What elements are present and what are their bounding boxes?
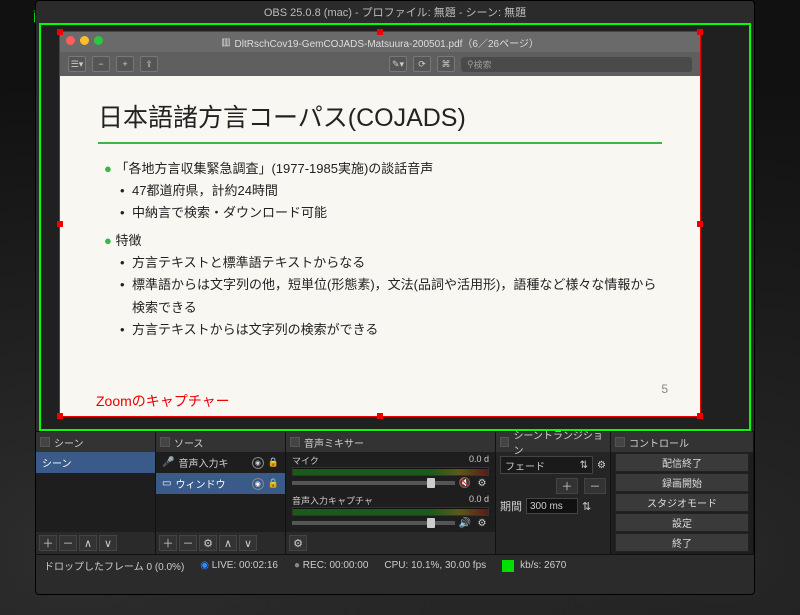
source-item[interactable]: 🎤 音声入力キ ◉ 🔒 <box>156 452 285 473</box>
grip-icon[interactable] <box>615 437 625 447</box>
controls-panel: コントロール 配信終了 録画開始 スタジオモード 設定 終了 <box>611 432 754 554</box>
close-icon[interactable] <box>66 36 75 45</box>
zoom-out-icon[interactable]: − <box>92 56 110 72</box>
audio-mixer-panel: 音声ミキサー マイク0.0 d 🔇⚙ 音声入力キャプチャ0.0 d 🔊⚙ ⚙ <box>286 432 496 554</box>
vu-meter <box>292 507 489 516</box>
document-icon: ▥ <box>221 37 230 48</box>
grip-icon[interactable] <box>40 437 50 447</box>
sources-panel: ソース 🎤 音声入力キ ◉ 🔒 ▭ ウィンドウ ◉ 🔒 ＋ － ⚙ <box>156 432 286 554</box>
scenes-panel: シーン シーン ＋ － ∧ ∨ <box>36 432 156 554</box>
grip-icon[interactable] <box>290 437 300 447</box>
visibility-icon[interactable]: ◉ <box>252 457 264 469</box>
transitions-panel: シーントランジション フェード⇅ ⚙ ＋ － 期間 ⇅ <box>496 432 611 554</box>
traffic-lights[interactable] <box>66 36 103 45</box>
scene-up-button[interactable]: ∧ <box>79 535 97 551</box>
dropped-frames: ドロップしたフレーム 0 (0.0%) <box>44 558 184 573</box>
sidebar-toggle-icon[interactable]: ☰▾ <box>68 56 86 72</box>
bitrate: kb/s: 2670 <box>520 560 566 571</box>
volume-slider[interactable] <box>292 481 455 485</box>
channel-settings-icon[interactable]: ⚙ <box>475 516 489 530</box>
minimize-icon[interactable] <box>80 36 89 45</box>
lock-icon[interactable]: 🔒 <box>268 457 279 468</box>
transition-settings-icon[interactable]: ⚙ <box>597 460 606 471</box>
obs-window: OBS 25.0.8 (mac) - プロファイル: 無題 - シーン: 無題 … <box>35 0 755 595</box>
duration-input[interactable] <box>526 498 578 514</box>
stream-health-icon <box>502 560 514 572</box>
add-source-button[interactable]: ＋ <box>159 535 177 551</box>
source-item[interactable]: ▭ ウィンドウ ◉ 🔒 <box>156 473 285 494</box>
window-capture-icon: ▭ <box>162 478 171 489</box>
slide-title: 日本語諸方言コーパス(COJADS) <box>98 98 662 144</box>
add-transition-button[interactable]: ＋ <box>556 478 578 494</box>
remove-source-button[interactable]: － <box>179 535 197 551</box>
exit-button[interactable]: 終了 <box>615 533 749 552</box>
mixer-channel: マイク0.0 d 🔇⚙ <box>286 452 495 492</box>
slide-body: 「各地方言収集緊急調査」(1977-1985実施)の談話音声 47都道府県，計約… <box>98 158 662 341</box>
sources-title: ソース <box>174 435 204 450</box>
source-up-button[interactable]: ∧ <box>219 535 237 551</box>
grip-icon[interactable] <box>500 437 509 447</box>
zoom-capture-label: Zoomのキャプチャー <box>96 391 230 411</box>
source-down-button[interactable]: ∨ <box>239 535 257 551</box>
lock-icon[interactable]: 🔒 <box>268 478 279 489</box>
window-titlebar[interactable]: OBS 25.0.8 (mac) - プロファイル: 無題 - シーン: 無題 <box>36 1 754 23</box>
mute-icon[interactable]: 🔇 <box>458 476 472 490</box>
rotate-icon[interactable]: ⟳ <box>413 56 431 72</box>
controls-title: コントロール <box>629 435 689 450</box>
duration-label: 期間 <box>500 498 522 514</box>
slide-page-number: 5 <box>661 382 668 396</box>
markup-icon[interactable]: ⌘ <box>437 56 455 72</box>
zoom-in-icon[interactable]: + <box>116 56 134 72</box>
mixer-channel: 音声入力キャプチャ0.0 d 🔊⚙ <box>286 492 495 532</box>
studio-mode-button[interactable]: スタジオモード <box>615 493 749 512</box>
source-window-capture[interactable]: ▥ DltRschCov19-GemCOJADS-Matsuura-200501… <box>59 31 701 417</box>
pdf-search-input[interactable]: ⚲ 検索 <box>461 57 692 72</box>
rec-time: REC: 00:00:00 <box>303 560 369 571</box>
highlight-icon[interactable]: ✎▾ <box>389 56 407 72</box>
scenes-title: シーン <box>54 435 84 450</box>
add-scene-button[interactable]: ＋ <box>39 535 57 551</box>
remove-transition-button[interactable]: － <box>584 478 606 494</box>
volume-slider[interactable] <box>292 521 455 525</box>
share-icon[interactable]: ⇪ <box>140 56 158 72</box>
pdf-toolbar: ☰▾ − + ⇪ ✎▾ ⟳ ⌘ ⚲ 検索 <box>60 52 700 76</box>
scene-item[interactable]: シーン <box>36 452 155 473</box>
grip-icon[interactable] <box>160 437 170 447</box>
window-title: OBS 25.0.8 (mac) - プロファイル: 無題 - シーン: 無題 <box>264 4 526 20</box>
pdf-titlebar: ▥ DltRschCov19-GemCOJADS-Matsuura-200501… <box>60 32 700 52</box>
stop-streaming-button[interactable]: 配信終了 <box>615 453 749 472</box>
scene-down-button[interactable]: ∨ <box>99 535 117 551</box>
vu-meter <box>292 467 489 476</box>
pdf-file-label: DltRschCov19-GemCOJADS-Matsuura-200501.p… <box>235 35 539 50</box>
speaker-icon[interactable]: 🔊 <box>458 516 472 530</box>
settings-button[interactable]: 設定 <box>615 513 749 532</box>
slide-content: 日本語諸方言コーパス(COJADS) 「各地方言収集緊急調査」(1977-198… <box>60 76 700 363</box>
mixer-title: 音声ミキサー <box>304 435 364 450</box>
remove-scene-button[interactable]: － <box>59 535 77 551</box>
mixer-settings-button[interactable]: ⚙ <box>289 535 307 551</box>
stepper-icon[interactable]: ⇅ <box>582 500 591 513</box>
preview-area[interactable]: ▥ DltRschCov19-GemCOJADS-Matsuura-200501… <box>39 23 751 431</box>
zoom-icon[interactable] <box>94 36 103 45</box>
audio-input-icon: 🎤 <box>162 457 174 468</box>
source-settings-button[interactable]: ⚙ <box>199 535 217 551</box>
live-time: LIVE: 00:02:16 <box>212 560 278 571</box>
cpu-fps: CPU: 10.1%, 30.00 fps <box>384 560 486 571</box>
visibility-icon[interactable]: ◉ <box>252 478 264 490</box>
rec-indicator-icon: ● <box>294 560 300 571</box>
chevron-updown-icon: ⇅ <box>580 460 588 471</box>
live-indicator-icon: ◉ <box>200 560 209 571</box>
channel-settings-icon[interactable]: ⚙ <box>475 476 489 490</box>
status-bar: ドロップしたフレーム 0 (0.0%) ◉ LIVE: 00:02:16 ● R… <box>36 554 754 576</box>
start-recording-button[interactable]: 録画開始 <box>615 473 749 492</box>
transition-select[interactable]: フェード⇅ <box>500 456 593 474</box>
